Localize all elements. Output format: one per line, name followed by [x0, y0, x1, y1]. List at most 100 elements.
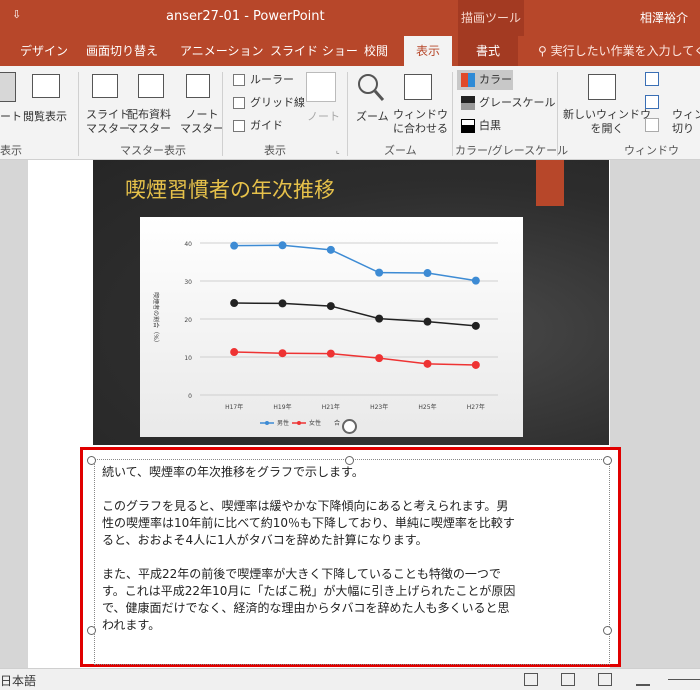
grayscale-button[interactable]: グレースケール — [479, 96, 555, 110]
x-tick-label: H25年 — [418, 403, 436, 411]
data-point — [375, 268, 384, 277]
ruler-label: ルーラー — [250, 73, 294, 86]
notes-line: 性の喫煙率は10年前に比べて約10％も下降しており、単純に喫煙率を比較す — [102, 516, 515, 530]
y-tick-label: 40 — [184, 241, 192, 248]
move-split-icon[interactable] — [645, 118, 659, 132]
slide-sorter-icon[interactable] — [561, 673, 575, 686]
handout-master-button[interactable]: 配布資料 マスター — [127, 108, 171, 136]
legend-label: 男性 — [277, 419, 289, 427]
cascade-icon[interactable] — [645, 95, 659, 109]
y-tick-label: 10 — [184, 355, 192, 362]
legend-label: 女性 — [309, 419, 321, 427]
tab-animations[interactable]: アニメーション — [180, 36, 264, 66]
normal-view-icon[interactable] — [524, 673, 538, 686]
notes-pane-button[interactable]: ノート — [307, 110, 340, 124]
reading-view-status-icon[interactable] — [598, 673, 612, 686]
new-window-button[interactable]: 新しいウィンドウ を開く — [563, 108, 651, 136]
y-tick-label: 20 — [184, 317, 192, 324]
gridlines-label: グリッド線 — [250, 96, 305, 109]
tab-transitions[interactable]: 画面切り替え — [86, 36, 158, 66]
group-label-views: 表示 — [0, 144, 22, 157]
gridlines-checkbox[interactable] — [233, 97, 245, 109]
notes-page-icon — [0, 72, 16, 102]
slide-master-icon — [92, 74, 118, 98]
tab-slideshow[interactable]: スライド ショー — [270, 36, 358, 66]
legend-marker — [265, 421, 269, 425]
resize-handle-top-left[interactable] — [87, 456, 96, 465]
legend-label: 合 — [334, 419, 340, 427]
series-line — [234, 302, 476, 327]
notes-blank — [102, 481, 602, 498]
notes-master-icon — [186, 74, 210, 98]
ruler-checkbox[interactable] — [233, 74, 245, 86]
switch-windows-button[interactable]: ウィン 切り — [672, 108, 700, 136]
y-tick-label: 30 — [184, 279, 192, 286]
slideshow-icon[interactable] — [636, 673, 650, 686]
color-button[interactable]: カラー — [479, 73, 512, 87]
slide-thumbnail[interactable]: 喫煙習慣者の年次推移 0 10 20 30 40 喫煙者の割合（%） H17年 H19年 H21… — [93, 160, 609, 445]
slide-master-button[interactable]: スライド マスター — [86, 108, 130, 136]
data-point — [230, 348, 239, 357]
notes-master-label-2: マスター — [180, 122, 224, 135]
x-tick-label: H21年 — [322, 403, 340, 411]
zoom-slider[interactable] — [668, 679, 700, 680]
group-label-master-views: マスター表示 — [120, 144, 186, 157]
guides-checkbox[interactable] — [233, 120, 245, 132]
separator — [452, 72, 453, 156]
x-tick-label: H19年 — [273, 403, 291, 411]
tab-view[interactable]: 表示 — [404, 36, 453, 66]
y-axis-label: 喫煙者の割合（%） — [152, 292, 160, 346]
separator — [347, 72, 348, 156]
separator — [557, 72, 558, 156]
new-window-label-1: 新しいウィンドウ — [563, 108, 651, 121]
lightbulb-icon: ⚲ — [538, 44, 551, 58]
notes-line: われます。 — [102, 618, 161, 632]
language-indicator[interactable]: 日本語 — [0, 672, 36, 689]
notes-line: また、平成22年の前後で喫煙率が大きく下降していることも特徴の一つで — [102, 567, 501, 581]
data-point — [230, 299, 239, 308]
black-white-button[interactable]: 白黒 — [479, 119, 501, 133]
fit-window-icon — [404, 74, 432, 100]
data-point — [471, 321, 480, 330]
notes-master-button[interactable]: ノート マスター — [180, 108, 224, 136]
ribbon-tabs: デザイン 画面切り替え アニメーション スライド ショー 校閲 表示 書式 ⚲ … — [0, 36, 700, 66]
tell-me-search[interactable]: ⚲ 実行したい作業を入力してくだ — [538, 36, 700, 66]
resize-handle-right[interactable] — [603, 626, 612, 635]
reading-view-icon — [32, 74, 60, 98]
data-point — [326, 245, 335, 254]
group-label-show: 表示 — [264, 144, 286, 157]
handout-master-icon — [138, 74, 164, 98]
rotate-handle-icon[interactable] — [342, 419, 357, 434]
resize-handle-left[interactable] — [87, 626, 96, 635]
data-point — [278, 299, 287, 308]
legend-marker — [297, 421, 301, 425]
resize-handle-top-right[interactable] — [603, 456, 612, 465]
user-name[interactable]: 相澤裕介 — [640, 9, 688, 26]
quick-access-dropdown-icon[interactable]: ⇩ — [12, 8, 21, 21]
tab-review[interactable]: 校閲 — [364, 36, 388, 66]
fit-to-window-button[interactable]: ウィンドウ に合わせる — [393, 108, 448, 136]
grayscale-swatch-icon — [461, 96, 475, 110]
new-window-label-2: を開く — [590, 122, 624, 135]
window-title: anser27-01 - PowerPoint — [166, 9, 325, 24]
ribbon: ート 閲覧表示 表示 スライド マスター 配布資料 マスター ノート マスター マスタ… — [0, 66, 700, 160]
zoom-button[interactable]: ズーム — [356, 110, 389, 124]
notes-line: このグラフを見ると、喫煙率は緩やかな下降傾向にあると考えられます。男 — [102, 499, 509, 513]
magnifier-icon — [358, 74, 385, 101]
series-line — [234, 244, 476, 282]
data-point — [423, 359, 432, 368]
notes-line: で、健康面だけでなく、経済的な理由からタバコを辞めた人も多くいると思 — [102, 601, 510, 615]
tab-design[interactable]: デザイン — [20, 36, 68, 66]
dialog-launcher-icon[interactable]: ⌞ — [336, 144, 340, 158]
reading-view-button[interactable]: 閲覧表示 — [23, 110, 67, 124]
data-point — [278, 349, 287, 358]
notes-page-button[interactable]: ート — [0, 110, 22, 124]
group-label-window: ウィンドウ — [624, 144, 679, 157]
notes-line: 続いて、喫煙率の年次推移をグラフで示します。 — [102, 465, 364, 479]
status-bar: 日本語 — [0, 668, 700, 690]
data-point — [423, 317, 432, 326]
tab-format[interactable]: 書式 — [458, 36, 519, 66]
x-tick-label: H17年 — [225, 403, 243, 411]
arrange-all-icon[interactable] — [645, 72, 659, 86]
notes-text[interactable]: 続いて、喫煙率の年次推移をグラフで示します。 このグラフを見ると、喫煙率は緩やか… — [102, 464, 602, 634]
